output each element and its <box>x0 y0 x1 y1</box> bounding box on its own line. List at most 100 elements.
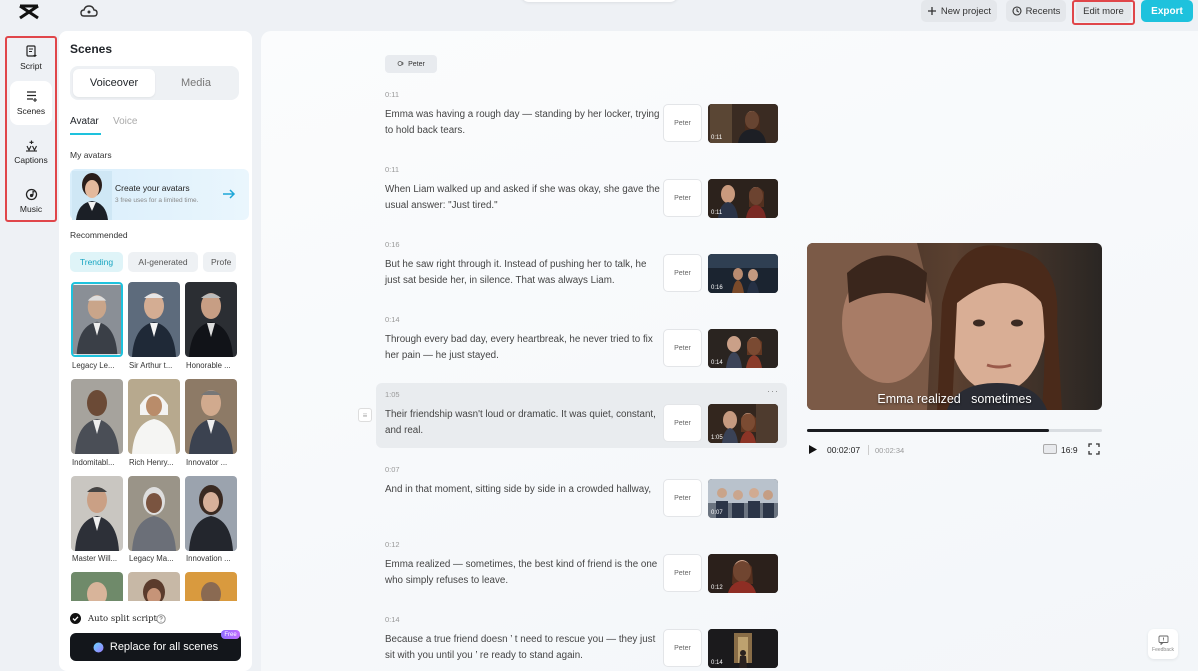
avatar-name: Sir Arthur t... <box>129 361 173 370</box>
play-icon[interactable] <box>808 444 818 455</box>
thumb-time: 1:05 <box>711 435 723 441</box>
avatar-image <box>128 379 180 454</box>
thumb-time: 0:07 <box>711 510 723 516</box>
scene-text[interactable]: Because a true friend doesn ’ t need to … <box>385 632 660 663</box>
avatar-card[interactable] <box>185 282 237 357</box>
scene-text[interactable]: When Liam walked up and asked if she was… <box>385 182 660 213</box>
my-avatars-label: My avatars <box>70 150 112 160</box>
scene-thumbnail[interactable]: 0:16 <box>708 254 778 293</box>
scene-voice-button[interactable]: Peter <box>663 554 702 592</box>
thumb-time: 0:12 <box>711 585 723 591</box>
scene-thumbnail[interactable]: 0:14 <box>708 629 778 668</box>
scene-text[interactable]: And in that moment, sitting side by side… <box>385 482 660 498</box>
auto-split-checkbox[interactable] <box>70 613 81 624</box>
free-badge: Free <box>221 630 240 639</box>
current-time: 00:02:07 <box>827 445 861 455</box>
avatar-card[interactable] <box>71 476 123 551</box>
avatar-card[interactable] <box>71 572 123 601</box>
aspect-ratio-label[interactable]: 16:9 <box>1061 445 1078 455</box>
segment-voiceover[interactable]: Voiceover <box>73 69 155 97</box>
scene-text[interactable]: Emma realized — sometimes, the best kind… <box>385 557 660 588</box>
scene-thumbnail[interactable]: 0:11 <box>708 179 778 218</box>
top-notch <box>521 0 678 2</box>
scene-time: 0:07 <box>385 465 400 474</box>
banner-title: Create your avatars <box>115 183 190 193</box>
avatar-image <box>185 572 237 601</box>
avatar-image <box>185 476 237 551</box>
avatar-name: Innovator ... <box>186 458 228 467</box>
avatar-card[interactable] <box>128 379 180 454</box>
recents-label: Recents <box>1025 5 1061 17</box>
export-label: Export <box>1151 5 1183 17</box>
drag-handle-icon[interactable]: ≡ <box>358 408 372 422</box>
scene-text[interactable]: But he saw right through it. Instead of … <box>385 257 660 288</box>
avatar-card[interactable] <box>71 379 123 454</box>
scene-text[interactable]: Emma was having a rough day — standing b… <box>385 107 660 138</box>
export-button[interactable]: Export <box>1141 0 1193 22</box>
subtab-underline <box>70 133 101 135</box>
avatar-image <box>71 572 123 601</box>
scene-thumbnail[interactable]: 0:12 <box>708 554 778 593</box>
banner-avatar-image <box>72 171 112 220</box>
avatar-card[interactable] <box>128 476 180 551</box>
avatar-card[interactable] <box>185 379 237 454</box>
avatar-card[interactable] <box>128 572 180 601</box>
scene-thumbnail[interactable]: 1:05 <box>708 404 778 443</box>
video-preview[interactable] <box>807 243 1102 410</box>
scene-time: 0:12 <box>385 540 400 549</box>
avatar-image <box>73 284 121 355</box>
scene-voice-button[interactable]: Peter <box>663 179 702 217</box>
subtab-voice[interactable]: Voice <box>113 116 137 127</box>
scene-voice-button[interactable]: Peter <box>663 254 702 292</box>
fullscreen-icon[interactable] <box>1088 443 1100 455</box>
avatar-card[interactable] <box>185 572 237 601</box>
subtab-avatar[interactable]: Avatar <box>70 116 99 127</box>
cloud-icon[interactable] <box>80 4 98 18</box>
scene-voice-button[interactable]: Peter <box>663 404 702 442</box>
scene-time: 0:11 <box>385 165 400 174</box>
auto-split-label: Auto split script <box>88 614 157 624</box>
segment-media[interactable]: Media <box>155 69 237 97</box>
speaker-chip[interactable]: Peter <box>385 55 437 73</box>
avatar-image <box>71 379 123 454</box>
scene-voice-button[interactable]: Peter <box>663 329 702 367</box>
clock-icon <box>1012 6 1022 16</box>
plus-icon <box>927 7 936 15</box>
scene-thumbnail[interactable]: 0:07 <box>708 479 778 518</box>
more-options-icon[interactable]: ··· <box>767 386 779 396</box>
rail-highlight <box>5 36 57 222</box>
scene-text[interactable]: Through every bad day, every heartbreak,… <box>385 332 660 363</box>
avatar-image <box>185 379 237 454</box>
scene-thumbnail[interactable]: 0:14 <box>708 329 778 368</box>
preview-frame-image <box>807 243 1102 410</box>
avatar-name: Master Will... <box>72 554 118 563</box>
feedback-label: Feedback <box>1152 647 1174 653</box>
speaker-name: Peter <box>408 60 425 68</box>
chip-ai-generated[interactable]: AI-generated <box>128 252 198 272</box>
new-project-button[interactable]: New project <box>921 0 997 22</box>
scene-thumbnail[interactable]: 0:11 <box>708 104 778 143</box>
scene-text[interactable]: Their friendship wasn't loud or dramatic… <box>385 407 660 438</box>
recents-button[interactable]: Recents <box>1006 0 1066 22</box>
thumb-time: 0:11 <box>711 135 723 141</box>
feedback-icon <box>1158 635 1168 645</box>
avatar-card[interactable] <box>128 282 180 357</box>
video-caption: Emma realized sometimes <box>877 392 1032 406</box>
arrow-right-icon[interactable] <box>222 188 236 200</box>
aspect-ratio-icon[interactable] <box>1043 444 1057 454</box>
help-icon[interactable] <box>156 614 166 624</box>
avatar-card[interactable] <box>185 476 237 551</box>
feedback-button[interactable]: Feedback <box>1148 629 1178 659</box>
avatar-image <box>128 476 180 551</box>
progress-fill <box>807 429 1049 432</box>
replace-all-scenes-button[interactable]: Replace for all scenes <box>70 633 241 661</box>
check-icon <box>72 616 79 622</box>
capcut-logo-icon[interactable] <box>18 3 40 21</box>
chip-professional[interactable]: Profe <box>203 252 236 272</box>
scene-voice-button[interactable]: Peter <box>663 629 702 667</box>
scene-voice-button[interactable]: Peter <box>663 104 702 142</box>
scene-time: 0:16 <box>385 240 400 249</box>
scene-voice-button[interactable]: Peter <box>663 479 702 517</box>
avatar-card[interactable] <box>71 282 123 357</box>
chip-trending[interactable]: Trending <box>70 252 123 272</box>
